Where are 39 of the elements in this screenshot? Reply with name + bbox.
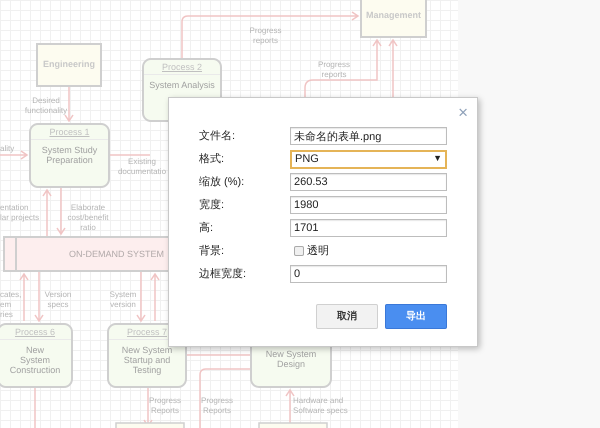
transparent-checkbox[interactable]: 透明 <box>294 242 329 260</box>
input-field[interactable]: 260.53 <box>290 173 447 191</box>
flow-label: entation lar projects <box>0 203 40 223</box>
process-number: Process 1 <box>31 125 108 140</box>
field-label: 背景: <box>199 244 226 259</box>
input-field[interactable]: 未命名的表单.png <box>290 127 447 145</box>
process-label: System Study Preparation <box>42 145 98 165</box>
flow-label: Progress reports <box>316 60 351 80</box>
process-number: Process 6 <box>0 325 71 340</box>
process-label: New System Startup and Testing <box>122 345 172 375</box>
box-drawing <box>115 422 185 428</box>
flow-label: Progress reports <box>248 26 282 46</box>
field-label: 缩放 (%): <box>199 174 246 190</box>
process-number: Process 2 <box>144 60 220 75</box>
flow-label: Elaborate cost/benefit ratio <box>66 203 110 233</box>
flow-label: ality <box>0 144 16 154</box>
process-label: System Analysis <box>149 80 215 90</box>
field-label: 文件名: <box>199 128 236 144</box>
input-field[interactable]: 0 <box>290 265 447 283</box>
flow-label: Progress Reports <box>148 396 182 416</box>
box-drawing <box>258 422 328 428</box>
field-label: 格式: <box>199 152 226 167</box>
flow-label: System version <box>108 290 138 310</box>
flow-label: Existing documentatio <box>116 157 168 177</box>
field-label: 高: <box>199 220 214 236</box>
flow-label: Version specs <box>44 290 72 310</box>
field-label: 边框宽度: <box>199 266 248 282</box>
process-label: New System Construction <box>10 345 60 375</box>
flow-label: Desired functionality <box>24 96 68 116</box>
flow-label: cates, em ries <box>0 290 22 320</box>
process-label: New System Design <box>266 349 316 369</box>
input-field[interactable]: 1701 <box>290 219 447 237</box>
input-field[interactable]: 1980 <box>290 196 447 214</box>
format-dropdown[interactable]: PNG ▼ <box>290 150 447 168</box>
flow-label: Progress Reports <box>200 396 234 416</box>
cancel-button[interactable]: 取消 <box>316 304 378 329</box>
flow-label: Hardware and Software specs <box>293 396 349 416</box>
field-label: 宽度: <box>199 198 226 213</box>
store-label: ON-DEMAND SYSTEM <box>68 248 164 261</box>
